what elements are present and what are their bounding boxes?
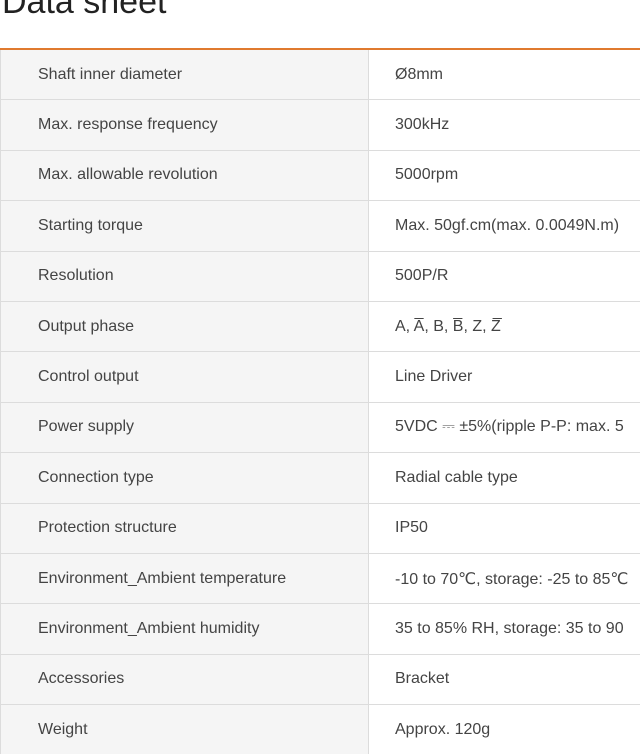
spec-label: Max. response frequency — [1, 100, 369, 150]
table-row: Environment_Ambient temperature -10 to 7… — [1, 553, 640, 605]
spec-value: Radial cable type — [369, 453, 640, 503]
spec-value: IP50 — [369, 503, 640, 553]
spec-value: 5VDC ⎓ ±5%(ripple P-P: max. 5 — [369, 402, 640, 453]
spec-value: Approx. 120g — [369, 705, 640, 754]
spec-value: Line Driver — [369, 352, 640, 402]
table-row: Resolution 500P/R — [1, 251, 640, 302]
table-row: Protection structure IP50 — [1, 503, 640, 554]
spec-value: Ø8mm — [369, 50, 640, 100]
spec-label: Output phase — [1, 301, 369, 352]
table-row: Shaft inner diameter Ø8mm — [1, 50, 640, 101]
spec-label: Protection structure — [1, 503, 369, 553]
spec-value: 35 to 85% RH, storage: 35 to 90 — [369, 604, 640, 654]
table-row: Environment_Ambient humidity 35 to 85% R… — [1, 604, 640, 655]
spec-value: A, A̅, B, B̅, Z, Z̅ — [369, 301, 640, 352]
spec-label: Environment_Ambient humidity — [1, 604, 369, 654]
spec-label: Power supply — [1, 402, 369, 453]
spec-label: Weight — [1, 705, 369, 754]
spec-value: 500P/R — [369, 251, 640, 301]
spec-label: Control output — [1, 352, 369, 402]
spec-value: 5000rpm — [369, 150, 640, 201]
table-row: Max. allowable revolution 5000rpm — [1, 150, 640, 202]
data-sheet-page: Data sheet Shaft inner diameter Ø8mm Max… — [0, 0, 640, 754]
spec-label: Shaft inner diameter — [1, 50, 369, 100]
spec-label: Max. allowable revolution — [1, 150, 369, 201]
spec-value: Bracket — [369, 654, 640, 705]
spec-label: Connection type — [1, 453, 369, 503]
spec-label: Starting torque — [1, 201, 369, 251]
table-row: Control output Line Driver — [1, 352, 640, 403]
spec-value: 300kHz — [369, 100, 640, 150]
table-row: Max. response frequency 300kHz — [1, 100, 640, 151]
table-row: Weight Approx. 120g — [1, 705, 640, 754]
spec-table: Shaft inner diameter Ø8mm Max. response … — [0, 50, 640, 754]
table-row: Power supply 5VDC ⎓ ±5%(ripple P-P: max.… — [1, 402, 640, 454]
spec-value: -10 to 70℃, storage: -25 to 85℃ — [369, 553, 640, 604]
page-title: Data sheet — [2, 0, 167, 21]
table-row: Connection type Radial cable type — [1, 453, 640, 504]
table-row: Output phase A, A̅, B, B̅, Z, Z̅ — [1, 301, 640, 353]
spec-label: Accessories — [1, 654, 369, 705]
spec-label: Environment_Ambient temperature — [1, 553, 369, 604]
spec-label: Resolution — [1, 251, 369, 301]
table-row: Starting torque Max. 50gf.cm(max. 0.0049… — [1, 201, 640, 252]
spec-value: Max. 50gf.cm(max. 0.0049N.m) — [369, 201, 640, 251]
table-row: Accessories Bracket — [1, 654, 640, 706]
